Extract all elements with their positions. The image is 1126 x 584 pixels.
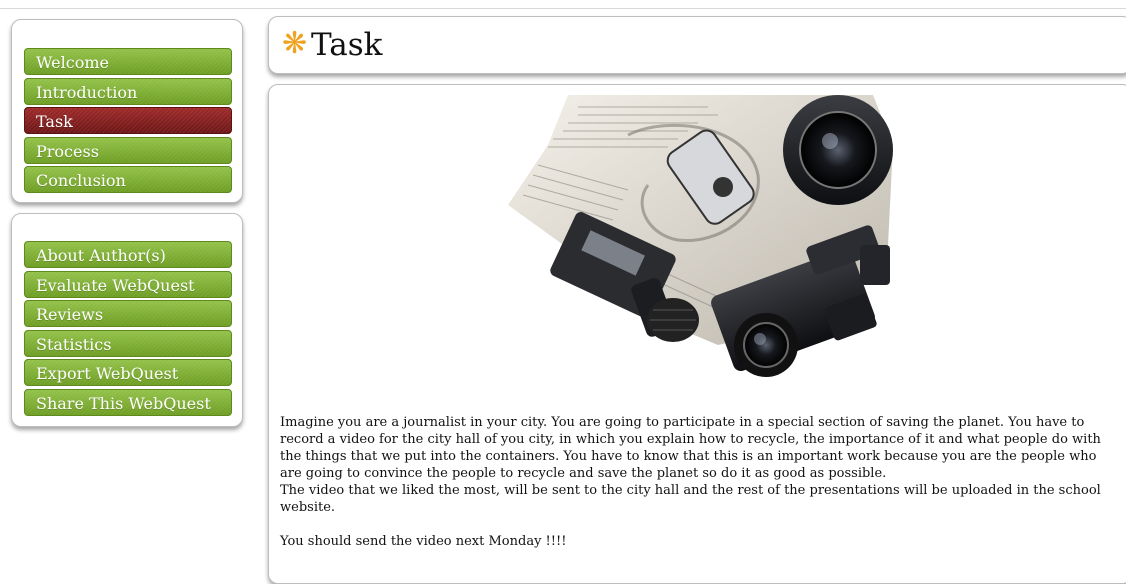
primary-nav-panel: Welcome Introduction Task Process Conclu… bbox=[11, 19, 243, 203]
secondary-nav-panel: About Author(s) Evaluate WebQuest Review… bbox=[11, 213, 243, 427]
task-description: Imagine you are a journalist in your cit… bbox=[280, 414, 1120, 550]
journalism-equipment-image bbox=[508, 95, 893, 377]
nav-item-reviews[interactable]: Reviews bbox=[24, 300, 232, 327]
primary-nav-menu: Welcome Introduction Task Process Conclu… bbox=[24, 48, 232, 196]
nav-item-process[interactable]: Process bbox=[24, 136, 232, 164]
page-title-panel: ❋ Task bbox=[268, 16, 1126, 74]
nav-item-statistics[interactable]: Statistics bbox=[24, 329, 232, 357]
top-divider bbox=[0, 8, 1126, 9]
nav-item-export-webquest[interactable]: Export WebQuest bbox=[24, 359, 232, 386]
task-paragraph-1: Imagine you are a journalist in your cit… bbox=[280, 415, 1101, 481]
secondary-nav-menu: About Author(s) Evaluate WebQuest Review… bbox=[24, 241, 232, 418]
nav-item-about-authors[interactable]: About Author(s) bbox=[24, 241, 232, 268]
page-title: Task bbox=[311, 27, 383, 63]
content-panel: Imagine you are a journalist in your cit… bbox=[268, 84, 1126, 584]
task-deadline: You should send the video next Monday !!… bbox=[280, 534, 567, 549]
nav-item-evaluate-webquest[interactable]: Evaluate WebQuest bbox=[24, 270, 232, 298]
nav-item-welcome[interactable]: Welcome bbox=[24, 48, 232, 75]
nav-item-share-webquest[interactable]: Share This WebQuest bbox=[24, 388, 232, 416]
nav-item-task[interactable]: Task bbox=[24, 107, 232, 134]
nav-item-introduction[interactable]: Introduction bbox=[24, 77, 232, 105]
task-paragraph-2: The video that we liked the most, will b… bbox=[280, 483, 1101, 515]
nav-item-conclusion[interactable]: Conclusion bbox=[24, 166, 232, 193]
orange-asterisk-icon: ❋ bbox=[282, 26, 308, 61]
